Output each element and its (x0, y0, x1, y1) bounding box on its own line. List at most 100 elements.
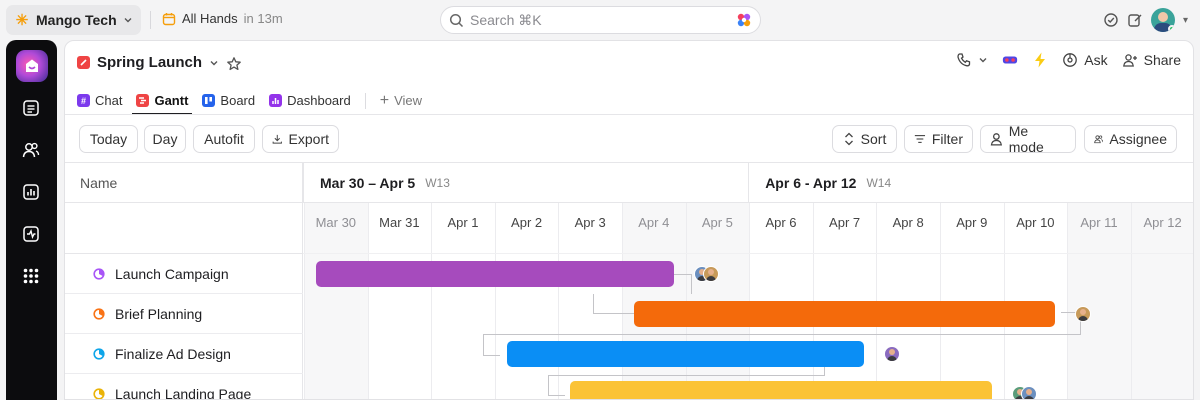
search-input[interactable]: Search ⌘K (440, 6, 761, 34)
divider (364, 92, 366, 109)
task-row[interactable]: Launch Landing Page (65, 374, 303, 400)
ai-sparkle-icon[interactable] (736, 12, 752, 28)
check-circle-icon[interactable] (1103, 12, 1119, 28)
user-avatar[interactable] (1150, 8, 1175, 32)
sort-label: Sort (860, 131, 887, 147)
status-icon[interactable] (93, 307, 105, 320)
filter-label: Filter (931, 131, 963, 147)
apps-grid-icon[interactable] (19, 264, 43, 288)
ai-brain-icon (1063, 53, 1078, 67)
sort-icon (844, 132, 853, 146)
workspace-logo-icon: ✳ (15, 11, 29, 29)
tab-board[interactable]: Board (202, 87, 255, 114)
day-column (1130, 203, 1193, 399)
sort-button[interactable]: Sort (832, 125, 897, 153)
day-label: Apr 4 (638, 215, 670, 230)
day-label: Apr 11 (1080, 215, 1118, 230)
share-people-icon (1122, 54, 1137, 67)
plus-icon: + (379, 91, 390, 109)
home-icon[interactable] (16, 50, 48, 82)
teams-icon[interactable] (19, 138, 43, 162)
main-panel: Spring Launch Ask Share # Chat Gantt Boa… (64, 40, 1194, 400)
task-name[interactable]: Launch Campaign (115, 266, 229, 282)
meeting-time: in 13m (243, 11, 283, 26)
project-title[interactable]: Spring Launch (77, 54, 242, 71)
me-mode-button[interactable]: Me mode (980, 123, 1076, 155)
day-label: Mar 30 (315, 215, 357, 230)
tab-chat[interactable]: # Chat (77, 87, 122, 114)
ask-button[interactable]: Ask (1062, 52, 1108, 68)
today-label: Today (89, 131, 128, 147)
share-label: Share (1143, 52, 1181, 68)
automation-lightning-icon[interactable] (1032, 52, 1048, 68)
star-icon[interactable] (226, 55, 242, 71)
task-name[interactable]: Finalize Ad Design (115, 346, 231, 362)
day-label: Apr 1 (447, 215, 479, 230)
day-column (1067, 203, 1131, 399)
week-header: Apr 6 - Apr 12 W14 (748, 162, 1193, 203)
top-right-actions: ▾ (1103, 8, 1188, 32)
day-label: Day (152, 131, 178, 147)
tab-gantt[interactable]: Gantt (132, 87, 193, 115)
dashboards-icon[interactable] (19, 180, 43, 204)
day-column (494, 203, 559, 399)
workspace-switcher[interactable]: ✳ Mango Tech (6, 5, 141, 35)
assignee-avatar[interactable] (1020, 386, 1037, 399)
tab-label: Board (220, 93, 256, 108)
gantt-toolbar: Today Day Autofit Export Sort Filter Me … (79, 123, 1177, 155)
divider (65, 114, 1193, 115)
inbox-icon[interactable] (19, 96, 43, 120)
call-menu[interactable] (956, 52, 988, 68)
today-button[interactable]: Today (79, 125, 138, 153)
add-view-button[interactable]: + View (380, 87, 422, 114)
status-icon[interactable] (93, 267, 105, 280)
chevron-down-icon (979, 58, 987, 63)
search-placeholder: Search ⌘K (470, 11, 542, 28)
calendar-icon (162, 12, 176, 25)
upcoming-meeting[interactable]: All Hands in 13m (162, 11, 283, 26)
task-name[interactable]: Brief Planning (115, 306, 202, 322)
gantt-icon (136, 94, 150, 107)
assignee-button[interactable]: Assignee (1084, 125, 1177, 153)
assignee-label: Assignee (1109, 131, 1167, 147)
divider (150, 11, 151, 29)
task-row[interactable]: Launch Campaign (65, 254, 303, 294)
assignee-avatar[interactable] (702, 266, 719, 282)
vr-glasses-icon[interactable] (1002, 52, 1018, 68)
task-name[interactable]: Launch Landing Page (115, 386, 251, 400)
edit-icon[interactable] (1127, 12, 1143, 28)
add-view-label: View (394, 93, 423, 108)
name-column-header[interactable]: Name (80, 175, 117, 191)
tab-dashboard[interactable]: Dashboard (269, 87, 351, 114)
chevron-down-icon[interactable] (209, 58, 219, 68)
gantt-bar[interactable] (634, 301, 1056, 327)
dependency-connector (483, 334, 500, 356)
project-title-text: Spring Launch (97, 54, 202, 71)
gantt-bar[interactable] (506, 341, 865, 367)
filter-button[interactable]: Filter (904, 125, 973, 153)
day-scale-button[interactable]: Day (144, 125, 186, 153)
chevron-down-icon (124, 18, 132, 23)
left-sidebar (6, 40, 57, 400)
gantt-bar[interactable] (570, 381, 992, 399)
task-row[interactable]: Finalize Ad Design (65, 334, 303, 374)
day-label: Apr 5 (701, 215, 733, 230)
pulse-icon[interactable] (19, 222, 43, 246)
day-label: Apr 8 (892, 215, 924, 230)
gantt-bar[interactable] (316, 261, 674, 287)
ask-label: Ask (1084, 52, 1108, 68)
share-button[interactable]: Share (1122, 52, 1181, 68)
status-icon[interactable] (93, 347, 105, 360)
week-range: Mar 30 – Apr 5 (320, 174, 416, 191)
project-list-icon (77, 56, 90, 69)
status-icon[interactable] (93, 387, 105, 400)
chevron-down-icon[interactable]: ▾ (1183, 15, 1188, 26)
task-row[interactable]: Brief Planning (65, 294, 303, 334)
export-button[interactable]: Export (262, 125, 339, 153)
day-column (431, 203, 495, 399)
day-label: Apr 2 (511, 215, 543, 230)
export-label: Export (288, 131, 329, 147)
autofit-button[interactable]: Autofit (193, 125, 255, 153)
header-actions: Ask Share (956, 52, 1181, 68)
dashboard-icon (269, 94, 283, 107)
